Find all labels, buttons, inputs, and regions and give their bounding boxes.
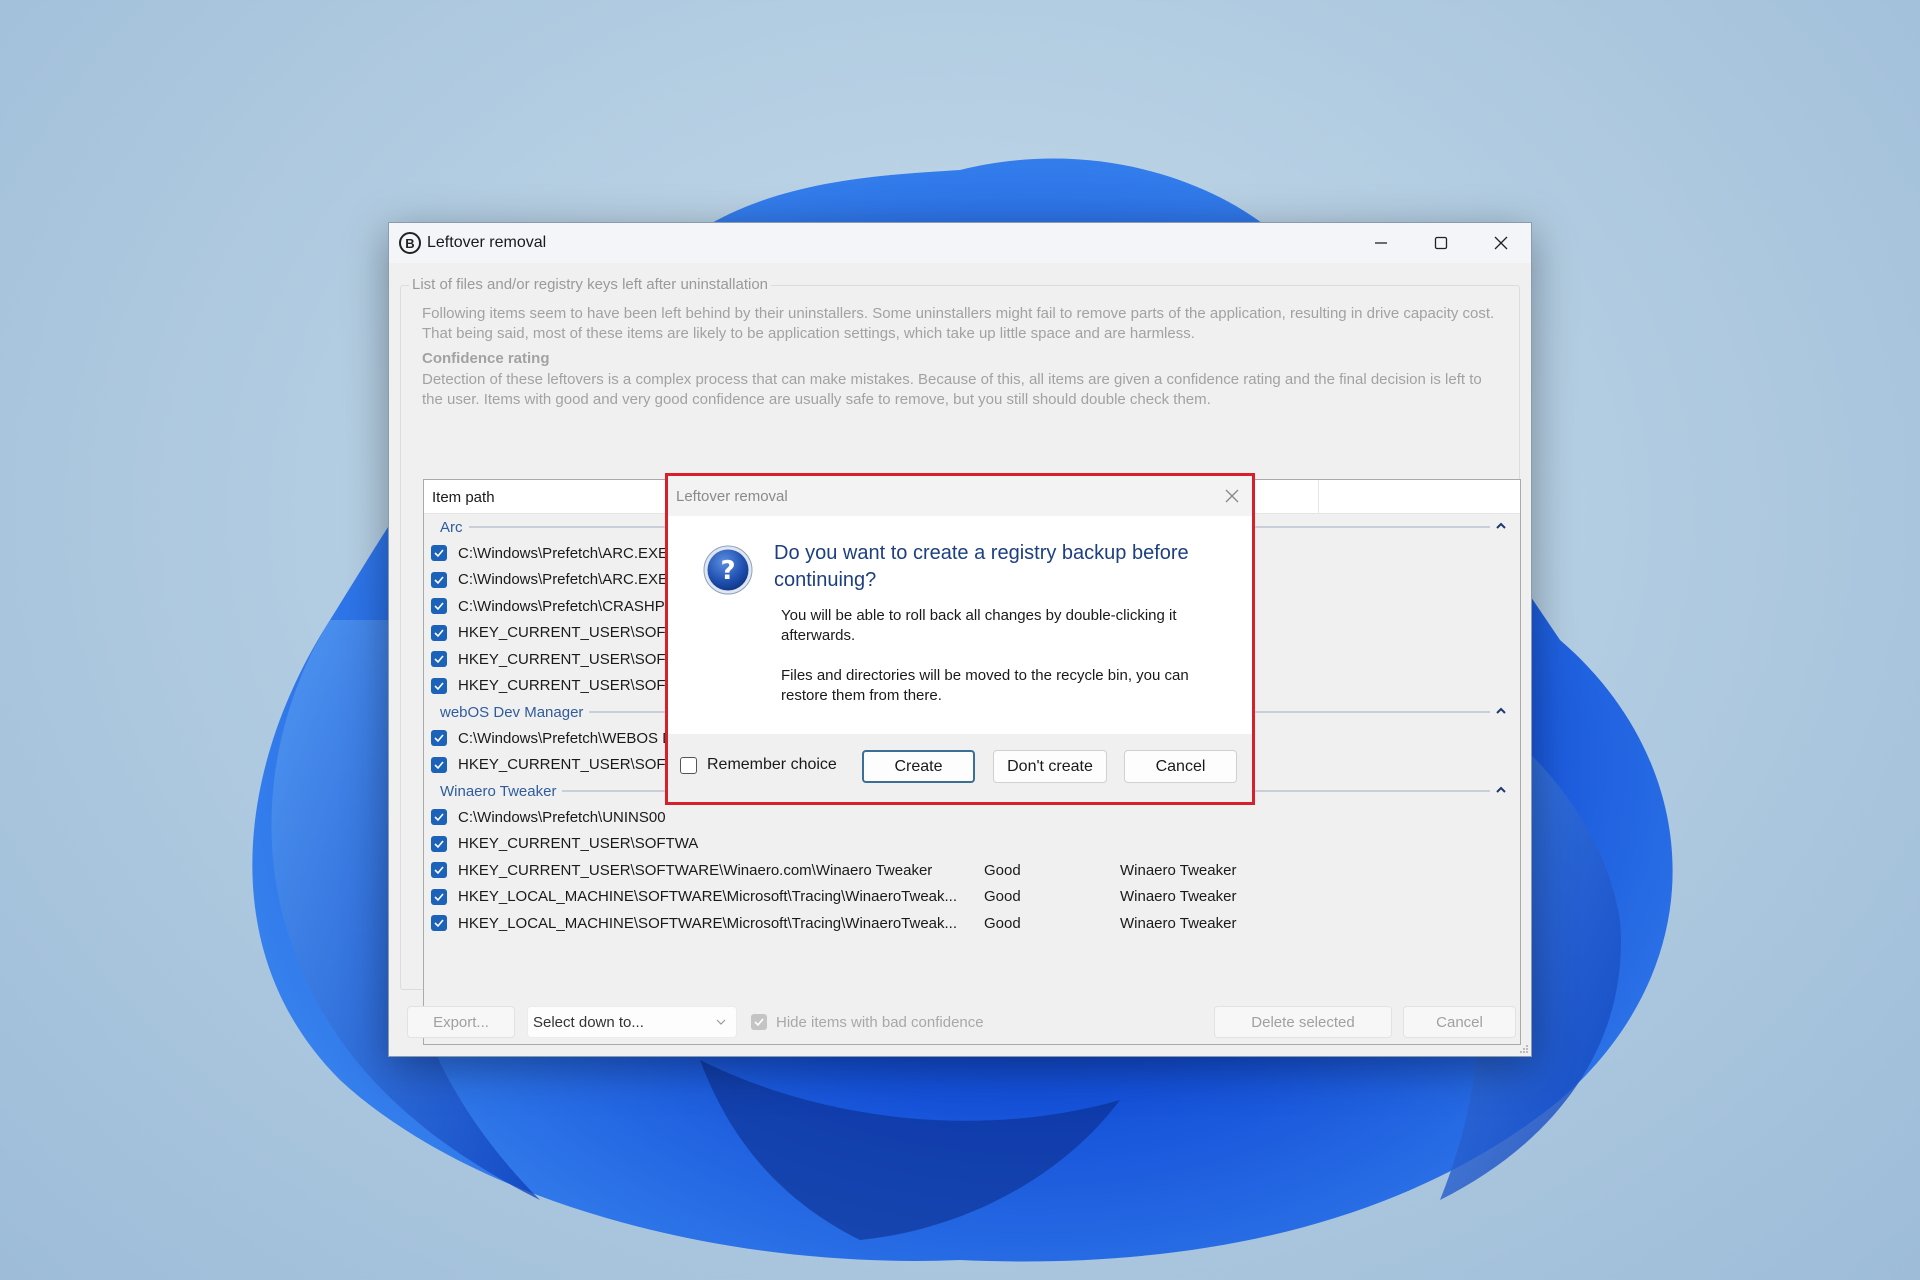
collapse-group-icon[interactable] — [1494, 783, 1508, 797]
dont-create-button[interactable]: Don't create — [993, 750, 1107, 783]
export-button[interactable]: Export... — [407, 1006, 515, 1038]
item-checkbox[interactable] — [431, 677, 447, 694]
checkbox-checked-icon — [751, 1014, 767, 1030]
question-icon: ? — [703, 545, 753, 595]
dialog-title: Leftover removal — [676, 487, 788, 505]
chevron-down-icon — [716, 1019, 726, 1025]
item-path: HKEY_CURRENT_USER\SOFTWA — [458, 835, 699, 853]
checkbox-unchecked-icon — [680, 756, 697, 774]
close-icon — [1494, 236, 1508, 250]
item-confidence: Good — [984, 861, 1021, 879]
confidence-rating-heading: Confidence rating — [422, 350, 550, 367]
dialog-recycle-bin-text: Files and directories will be moved to t… — [781, 667, 1189, 704]
list-item[interactable]: HKEY_CURRENT_USER\SOFTWARE\Winaero.com\W… — [424, 857, 1520, 884]
item-checkbox[interactable] — [431, 598, 447, 615]
description-text: Following items seem to have been left b… — [422, 305, 1495, 342]
list-item[interactable]: C:\Windows\Prefetch\UNINS00 — [424, 804, 1520, 831]
item-path: HKEY_CURRENT_USER\SOFTWARE\Winaero.com\W… — [458, 861, 933, 879]
dialog-cancel-button[interactable]: Cancel — [1124, 750, 1237, 783]
item-checkbox[interactable] — [431, 835, 447, 852]
group-label: Winaero Tweaker — [440, 782, 557, 800]
cancel-button[interactable]: Cancel — [1403, 1006, 1516, 1038]
dialog-title-bar[interactable]: Leftover removal — [668, 476, 1252, 516]
item-uninstaller: Winaero Tweaker — [1120, 888, 1237, 906]
window-title: Leftover removal — [427, 234, 547, 251]
create-backup-button[interactable]: Create — [862, 750, 975, 783]
maximize-icon — [1434, 236, 1448, 250]
dialog-rollback-text: You will be able to roll back all change… — [781, 607, 1177, 644]
dialog-body: ? Do you want to create a registry backu… — [668, 516, 1252, 734]
item-checkbox[interactable] — [431, 862, 447, 879]
registry-backup-dialog: Leftover removal ? Do you want to create… — [665, 473, 1255, 805]
item-confidence: Good — [984, 888, 1021, 906]
item-checkbox[interactable] — [431, 545, 447, 562]
confidence-description-text: Detection of these leftovers is a comple… — [422, 371, 1482, 408]
item-uninstaller: Winaero Tweaker — [1120, 914, 1237, 932]
delete-selected-button[interactable]: Delete selected — [1214, 1006, 1392, 1038]
groupbox-legend: List of files and/or registry keys left … — [409, 276, 772, 293]
column-header-empty — [1319, 480, 1520, 514]
item-path: C:\Windows\Prefetch\UNINS00 — [458, 808, 666, 826]
item-checkbox[interactable] — [431, 571, 447, 588]
item-checkbox[interactable] — [431, 756, 447, 773]
collapse-group-icon[interactable] — [1494, 704, 1508, 718]
item-checkbox[interactable] — [431, 888, 447, 905]
list-item[interactable]: HKEY_CURRENT_USER\SOFTWA — [424, 831, 1520, 858]
resize-grip-icon[interactable] — [1519, 1044, 1529, 1054]
app-logo-icon: B — [399, 232, 421, 254]
hide-bad-confidence-checkbox[interactable]: Hide items with bad confidence — [751, 1006, 984, 1038]
minimize-button[interactable] — [1351, 223, 1411, 263]
maximize-button[interactable] — [1411, 223, 1471, 263]
dialog-close-icon[interactable] — [1222, 486, 1242, 506]
group-label: webOS Dev Manager — [440, 703, 584, 721]
item-checkbox[interactable] — [431, 624, 447, 641]
remember-choice-checkbox[interactable]: Remember choice — [680, 756, 837, 774]
item-checkbox[interactable] — [431, 730, 447, 747]
item-checkbox[interactable] — [431, 915, 447, 932]
list-item[interactable]: HKEY_LOCAL_MACHINE\SOFTWARE\Microsoft\Tr… — [424, 910, 1520, 937]
item-uninstaller: Winaero Tweaker — [1120, 861, 1237, 879]
group-label: Arc — [440, 518, 463, 536]
dialog-footer: Remember choice Create Don't create Canc… — [668, 734, 1252, 802]
close-button[interactable] — [1471, 223, 1531, 263]
item-path: HKEY_LOCAL_MACHINE\SOFTWARE\Microsoft\Tr… — [458, 914, 958, 932]
item-path: HKEY_LOCAL_MACHINE\SOFTWARE\Microsoft\Tr… — [458, 888, 958, 906]
dialog-main-instruction: Do you want to create a registry backup … — [774, 542, 1189, 591]
svg-text:?: ? — [720, 556, 735, 586]
item-checkbox[interactable] — [431, 651, 447, 668]
item-checkbox[interactable] — [431, 809, 447, 826]
list-item[interactable]: HKEY_LOCAL_MACHINE\SOFTWARE\Microsoft\Tr… — [424, 884, 1520, 911]
select-down-to-dropdown[interactable]: Select down to... — [527, 1006, 737, 1038]
item-confidence: Good — [984, 914, 1021, 932]
title-bar[interactable]: B Leftover removal — [389, 223, 1531, 263]
collapse-group-icon[interactable] — [1494, 519, 1508, 533]
minimize-icon — [1375, 242, 1387, 244]
